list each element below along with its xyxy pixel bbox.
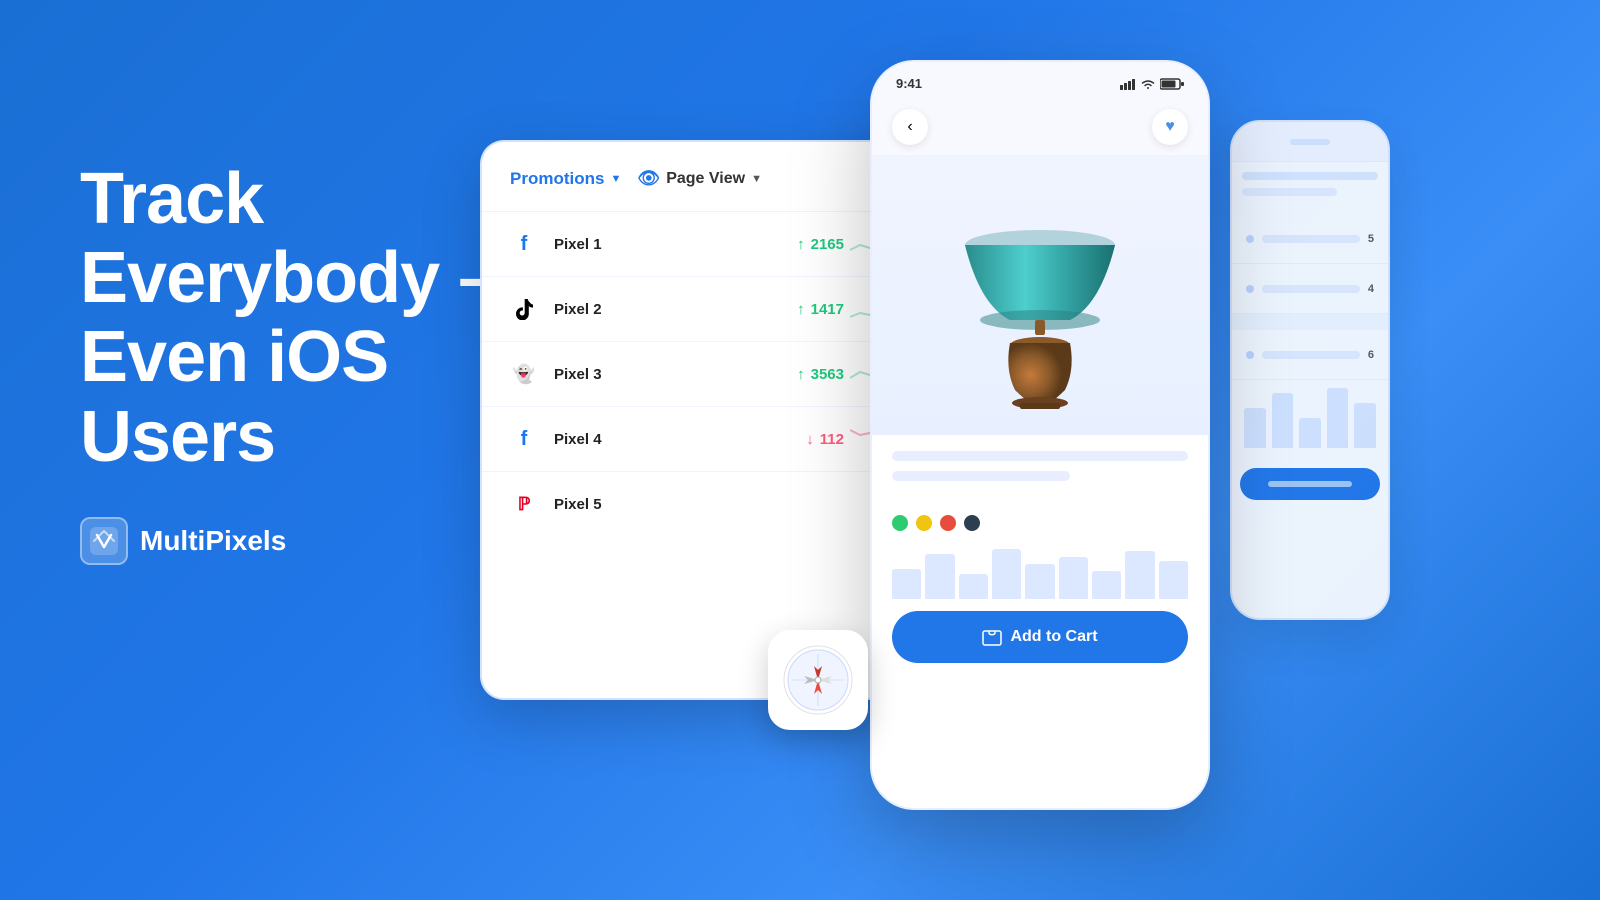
add-to-cart-button[interactable]: Add to Cart	[892, 611, 1188, 663]
color-dot-green[interactable]	[892, 515, 908, 531]
back-card-value-1: 5	[1368, 233, 1374, 245]
pinterest-icon-5: ℙ	[510, 490, 538, 518]
trend-arrow-2: ↑	[797, 301, 805, 318]
wifi-icon	[1140, 78, 1156, 90]
chart-bar-6	[1059, 557, 1088, 599]
hero-title: Track Everybody – Even iOS Users	[80, 160, 497, 477]
product-subtitle-line	[892, 471, 1070, 481]
pixel-count-2: 1417	[811, 301, 844, 318]
product-image-area	[872, 155, 1208, 435]
color-dot-dark[interactable]	[964, 515, 980, 531]
favorite-button[interactable]: ♥	[1152, 109, 1188, 145]
brand-icon	[80, 517, 128, 565]
page-view-label: Page View	[666, 170, 745, 188]
add-to-cart-label: Add to Cart	[1010, 628, 1097, 646]
back-card-item-1: 5	[1232, 214, 1388, 264]
back-button[interactable]: ‹	[892, 109, 928, 145]
status-icons	[1120, 78, 1184, 90]
product-details	[872, 435, 1208, 507]
back-card-dot-1	[1246, 235, 1254, 243]
page-view-dropdown[interactable]: 👁 Page View ▼	[637, 168, 762, 189]
chart-bar-1	[892, 569, 921, 599]
facebook-icon-1: f	[510, 230, 538, 258]
eye-icon: 👁	[637, 168, 660, 189]
brand-logo: MultiPixels	[80, 517, 497, 565]
color-dot-red[interactable]	[940, 515, 956, 531]
tiktok-icon-2	[510, 295, 538, 323]
color-options	[872, 507, 1208, 539]
hero-section: Track Everybody – Even iOS Users MultiPi…	[80, 160, 497, 565]
pixel-name-2: Pixel 2	[554, 301, 624, 318]
back-card-line-3	[1262, 351, 1360, 359]
trend-arrow-4: ↓	[806, 431, 814, 448]
pixel-name-5: Pixel 5	[554, 496, 624, 513]
pixel-count-4: 112	[820, 431, 844, 448]
chart-bar-8	[1125, 551, 1154, 599]
pixel-name-3: Pixel 3	[554, 366, 624, 383]
snapchat-icon-3: 👻	[510, 360, 538, 388]
phone-status-bar: 9:41	[872, 62, 1208, 99]
trend-arrow-1: ↑	[797, 236, 805, 253]
product-chart	[872, 539, 1208, 599]
phone-nav: ‹ ♥	[872, 99, 1208, 155]
pixel-name-4: Pixel 4	[554, 431, 624, 448]
chart-bar-5	[1025, 564, 1054, 599]
safari-icon	[768, 630, 868, 730]
page-view-dropdown-arrow: ▼	[751, 173, 762, 185]
phone-back-card: 5 4 6	[1230, 120, 1390, 620]
promotions-dropdown[interactable]: Promotions ▼	[510, 169, 621, 189]
back-card-item-3: 6	[1232, 330, 1388, 380]
back-card-dot-3	[1246, 351, 1254, 359]
chart-bar-9	[1159, 561, 1188, 599]
back-card-value-3: 6	[1368, 349, 1374, 361]
battery-icon	[1160, 78, 1184, 90]
lamp-image	[940, 175, 1140, 415]
signal-icon	[1120, 78, 1136, 90]
promotions-dropdown-arrow: ▼	[610, 173, 621, 185]
brand-name: MultiPixels	[140, 525, 286, 557]
back-card-line-2	[1262, 285, 1360, 293]
chart-bar-4	[992, 549, 1021, 599]
back-card-item-2: 4	[1232, 264, 1388, 314]
back-card-line-1	[1262, 235, 1360, 243]
pixel-count-1: 2165	[811, 236, 844, 253]
chart-bar-2	[925, 554, 954, 599]
chart-bar-3	[959, 574, 988, 599]
pixel-count-3: 3563	[811, 366, 844, 383]
color-dot-yellow[interactable]	[916, 515, 932, 531]
back-card-value-2: 4	[1368, 283, 1374, 295]
phone-mockup: 9:41 ‹ ♥	[870, 60, 1210, 810]
product-title-line	[892, 451, 1188, 461]
promotions-label: Promotions	[510, 169, 604, 189]
pixel-name-1: Pixel 1	[554, 236, 624, 253]
chart-bar-7	[1092, 571, 1121, 599]
cart-button-icon	[982, 627, 1002, 647]
trend-arrow-3: ↑	[797, 366, 805, 383]
facebook-icon-4: f	[510, 425, 538, 453]
phone-time: 9:41	[896, 76, 922, 91]
back-card-dot-2	[1246, 285, 1254, 293]
